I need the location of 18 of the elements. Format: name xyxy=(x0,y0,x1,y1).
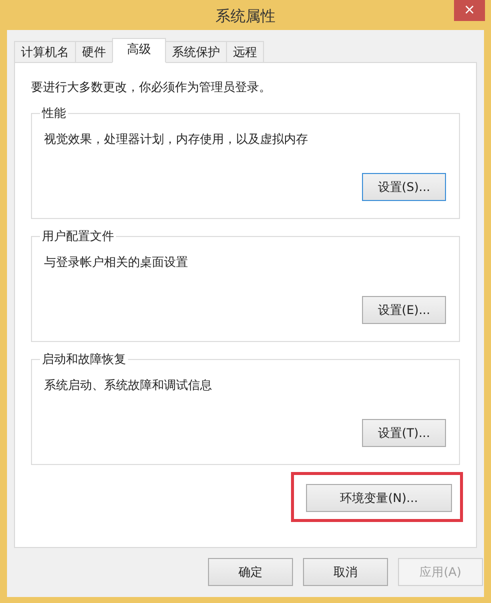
settings-button[interactable]: 设置(S)... xyxy=(362,173,446,201)
group-description: 系统启动、系统故障和调试信息 xyxy=(44,377,213,394)
close-button[interactable]: × xyxy=(454,0,485,21)
group-description: 视觉效果，处理器计划，内存使用，以及虚拟内存 xyxy=(44,131,309,148)
settings-button[interactable]: 设置(T)... xyxy=(362,419,446,447)
group-description: 与登录帐户相关的桌面设置 xyxy=(44,254,189,271)
notice-text: 要进行大多数更改，你必须作为管理员登录。 xyxy=(31,79,272,96)
tab[interactable]: 远程 xyxy=(226,41,264,63)
group-title: 用户配置文件 xyxy=(40,228,116,244)
settings-button[interactable]: 设置(E)... xyxy=(362,296,446,324)
tab[interactable]: 计算机名 xyxy=(14,41,76,63)
group-title: 性能 xyxy=(40,105,68,121)
window-title: 系统属性 xyxy=(216,6,276,27)
dialog-button[interactable]: 确定 xyxy=(208,558,293,586)
dialog-button[interactable]: 取消 xyxy=(303,558,388,586)
group-title: 启动和故障恢复 xyxy=(40,351,128,367)
tab[interactable]: 高级 xyxy=(112,38,166,63)
environment-variables-button[interactable]: 环境变量(N)... xyxy=(306,484,452,512)
